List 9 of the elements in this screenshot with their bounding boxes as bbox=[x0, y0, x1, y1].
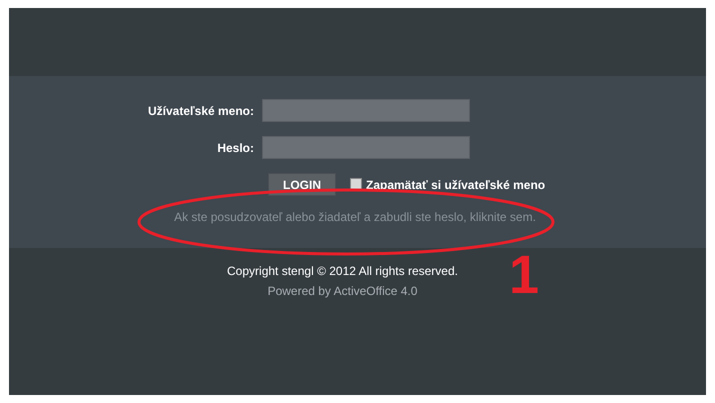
copyright-text: Copyright stengl © 2012 All rights reserved. bbox=[227, 263, 458, 280]
username-field[interactable] bbox=[262, 99, 470, 122]
remember-checkbox[interactable] bbox=[350, 178, 362, 190]
password-field[interactable] bbox=[262, 136, 470, 159]
username-label: Užívateľské meno: bbox=[147, 102, 255, 120]
remember-label: Zapamätať si užívateľské meno bbox=[366, 176, 546, 194]
annotation-number: 1 bbox=[509, 248, 540, 302]
powered-by-text: Powered by ActiveOffice 4.0 bbox=[268, 283, 418, 300]
password-label: Heslo: bbox=[216, 140, 255, 156]
